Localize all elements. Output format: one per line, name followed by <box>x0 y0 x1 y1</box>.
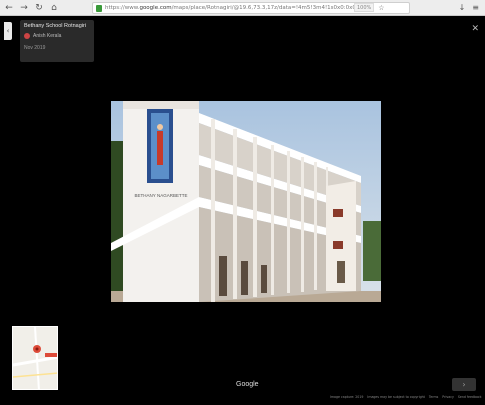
star-icon[interactable]: ☆ <box>378 4 384 12</box>
building-photo[interactable]: BETHANY NAGARBETTE <box>111 101 381 302</box>
photo-info-card: Bethany School Rotnagiri Anish Kerala No… <box>20 20 94 62</box>
forward-icon[interactable]: → <box>18 2 30 14</box>
footer-item[interactable]: Privacy <box>442 395 454 399</box>
map-label-box <box>45 353 57 357</box>
footer-item[interactable]: Images may be subject to copyright <box>367 395 425 399</box>
download-icon[interactable]: ↓ <box>459 3 466 12</box>
footer-item[interactable]: Terms <box>429 395 438 399</box>
next-photo-button[interactable]: › <box>452 378 476 391</box>
collapse-panel-button[interactable]: ‹ <box>4 22 12 40</box>
google-watermark: Google <box>236 381 259 388</box>
zoom-chip[interactable]: 100% <box>354 3 375 12</box>
back-icon[interactable]: ← <box>3 2 15 14</box>
footer-links: Image capture: 2019 Images may be subjec… <box>330 395 485 399</box>
footer-item[interactable]: Send feedback <box>458 395 482 399</box>
building-sign-text: BETHANY NAGARBETTE <box>135 193 188 198</box>
reload-icon[interactable]: ↻ <box>33 2 45 14</box>
home-icon[interactable]: ⌂ <box>48 2 60 14</box>
lock-icon <box>96 4 102 12</box>
url-text: https://www.google.com/maps/place/Rotnag… <box>105 5 356 11</box>
footer-item: Image capture: 2019 <box>330 395 364 399</box>
photo-title[interactable]: Bethany School Rotnagiri <box>24 23 86 29</box>
menu-icon[interactable]: ≡ <box>472 3 479 12</box>
photo-date: Nov 2019 <box>24 45 46 51</box>
author-name[interactable]: Anish Kerala <box>33 33 61 39</box>
chevron-right-icon: › <box>462 380 466 389</box>
avatar <box>24 33 30 39</box>
close-icon[interactable]: ✕ <box>471 24 479 34</box>
minimap[interactable] <box>12 326 58 390</box>
browser-toolbar: ← → ↻ ⌂ https://www.google.com/maps/plac… <box>0 0 485 16</box>
